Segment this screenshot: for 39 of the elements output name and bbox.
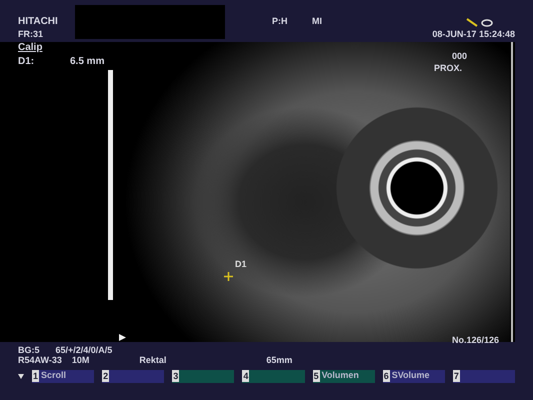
measurement-label: D1: [18,56,34,67]
soft-key[interactable]: 4 [242,370,305,383]
position-label: PROX. [434,64,462,74]
soft-key[interactable]: 6 SVolume [382,370,445,383]
info-text: Rektal [139,356,166,366]
key-number: 1 [32,370,40,382]
soft-key[interactable]: 2 [102,370,164,383]
position-code: 000 [452,52,468,62]
caret-icon [18,374,24,379]
tool-label: Calip [18,42,42,53]
probe-icon [466,17,494,29]
soft-key[interactable]: 1 Scroll [32,370,94,383]
soft-key[interactable]: 5 Volumen [312,370,375,383]
key-label: Scroll [41,371,66,382]
soft-key[interactable]: 7 [452,370,515,383]
info-text: 10M [72,356,90,366]
focus-marker-icon [119,334,126,341]
key-label: Volumen [322,371,359,382]
key-number: 6 [382,370,390,382]
index-label: MI [312,17,322,27]
key-number: 5 [312,370,320,382]
power-label: P:H [272,17,288,27]
caliper-label: D1 [235,260,247,270]
info-text: BG:5 [18,346,40,356]
info-text: 65/+/2/4/0/A/5 [56,346,112,356]
key-label: SVolume [392,371,430,382]
info-text: R54AW-33 [18,356,62,366]
info-text: 65mm [266,356,292,366]
key-number: 3 [172,370,180,382]
caliper-marker-icon [224,272,233,281]
soft-key[interactable]: 3 [172,370,234,383]
date-time: 08-JUN-17 15:24:48 [432,30,515,40]
key-number: 2 [102,370,110,382]
brand-label: HITACHI [18,16,58,27]
key-number: 7 [452,370,460,382]
frame-rate: FR:31 [18,30,44,40]
measurement-value: 6.5 mm [70,56,104,67]
key-number: 4 [242,370,250,382]
frame-counter: No.126/126 [452,336,500,346]
